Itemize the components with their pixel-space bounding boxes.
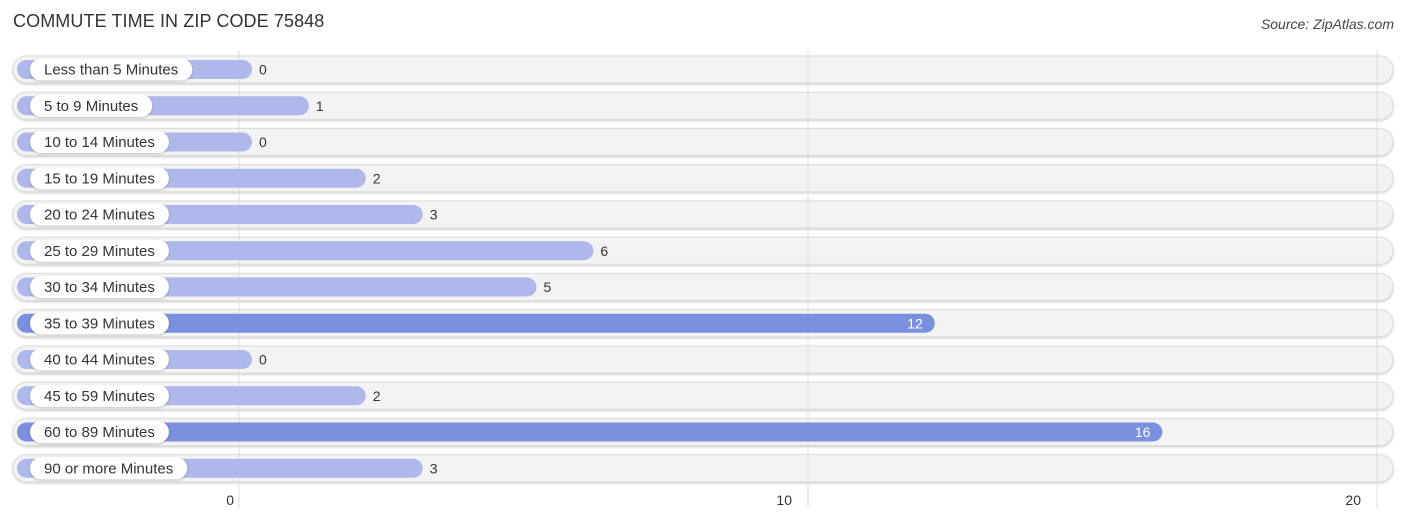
category-label: 15 to 19 Minutes <box>44 170 155 187</box>
bar-chart: Less than 5 Minutes 0 5 to 9 Minutes 1 10 to… <box>12 50 1394 508</box>
value-label: 0 <box>259 62 267 78</box>
value-label: 12 <box>907 315 923 331</box>
value-label: 0 <box>259 134 267 150</box>
category-label: 25 to 29 Minutes <box>44 243 155 260</box>
x-tick-label: 20 <box>1345 492 1361 508</box>
category-label: 10 to 14 Minutes <box>44 134 155 151</box>
x-tick-label: 0 <box>226 492 234 508</box>
x-tick-label: 10 <box>776 492 792 508</box>
bar[interactable] <box>17 422 1163 442</box>
category-label: 60 to 89 Minutes <box>44 424 155 441</box>
category-label: 5 to 9 Minutes <box>44 98 138 115</box>
value-label: 3 <box>430 207 438 223</box>
category-label: 35 to 39 Minutes <box>44 315 155 332</box>
value-label: 6 <box>600 243 608 259</box>
category-label: 30 to 34 Minutes <box>44 279 155 296</box>
category-label: 20 to 24 Minutes <box>44 207 155 224</box>
value-label: 3 <box>430 460 438 476</box>
value-label: 0 <box>259 352 267 368</box>
category-label: 45 to 59 Minutes <box>44 388 155 405</box>
value-label: 5 <box>544 279 552 295</box>
category-label: 40 to 44 Minutes <box>44 352 155 369</box>
category-label: 90 or more Minutes <box>44 460 173 477</box>
value-label: 1 <box>316 98 324 114</box>
value-label: 2 <box>373 388 381 404</box>
category-label: Less than 5 Minutes <box>44 62 178 79</box>
value-label: 16 <box>1135 424 1151 440</box>
value-label: 2 <box>373 170 381 186</box>
